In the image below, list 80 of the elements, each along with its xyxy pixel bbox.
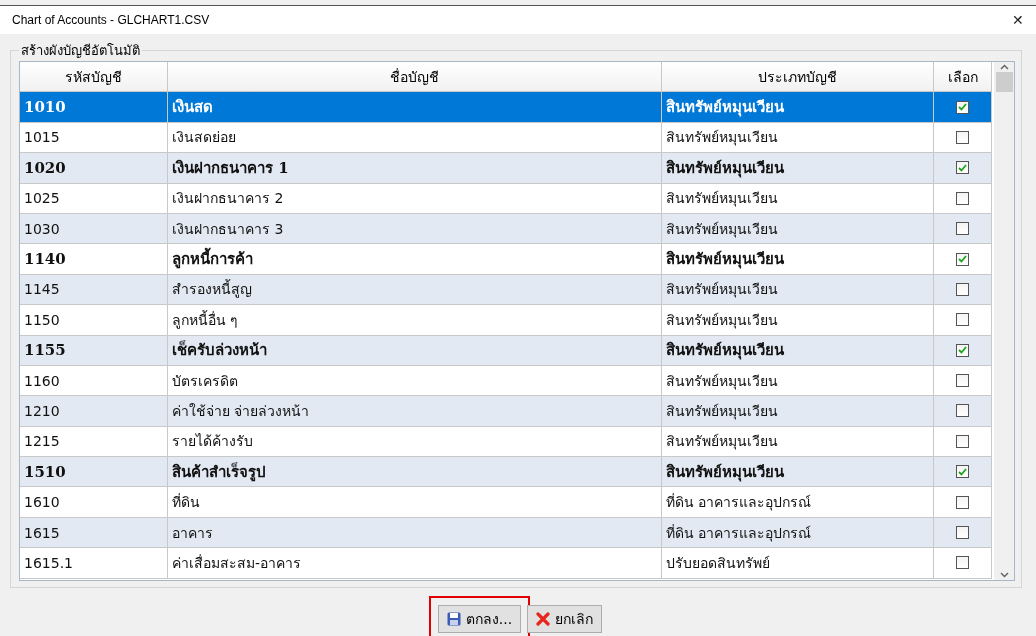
table-cell: สินทรัพย์หมุนเวียน [662, 274, 934, 306]
checkbox[interactable] [956, 161, 969, 175]
table-cell: สินทรัพย์หมุนเวียน [662, 153, 934, 184]
table-cell: บัตรเครดิต [168, 365, 662, 397]
check-icon [958, 103, 967, 112]
table-cell: สินทรัพย์หมุนเวียน [662, 244, 934, 275]
table-cell: สินทรัพย์หมุนเวียน [662, 396, 934, 427]
checkbox[interactable] [956, 343, 969, 357]
table-cell: 1615.1 [20, 548, 168, 579]
table-cell: 1015 [20, 122, 168, 154]
table-cell: สินทรัพย์หมุนเวียน [662, 183, 934, 214]
table-cell: 1020 [20, 153, 168, 184]
checkbox[interactable] [956, 465, 969, 479]
checkbox[interactable] [956, 434, 969, 448]
table-cell: ค่าเสื่อมสะสม-อาคาร [168, 548, 662, 579]
scrollbar[interactable] [994, 62, 1014, 580]
checkbox[interactable] [956, 313, 969, 327]
checkbox[interactable] [956, 191, 969, 205]
table-cell: เงินสดย่อย [168, 122, 662, 154]
checkbox[interactable] [956, 526, 969, 540]
table-cell: ค่าใช้จ่าย จ่ายล่วงหน้า [168, 396, 662, 427]
column-header[interactable]: เลือก [934, 62, 992, 93]
table-cell: 1150 [20, 305, 168, 336]
check-icon [958, 163, 967, 172]
table-cell: ปรับยอดสินทรัพย์ [662, 548, 934, 579]
group-title: สร้างผังบัญชีอัตโนมัติ [20, 42, 141, 60]
check-icon [958, 346, 967, 355]
table-cell: เงินฝากธนาคาร 3 [168, 213, 662, 245]
table-cell: 1615 [20, 517, 168, 549]
table-cell: สินทรัพย์หมุนเวียน [662, 426, 934, 458]
table-cell: สินค้าสำเร็จรูป [168, 457, 662, 488]
table-cell: เช็ครับล่วงหน้า [168, 335, 662, 366]
table-cell: ลูกหนี้อื่น ๆ [168, 305, 662, 336]
table-cell: ที่ดิน อาคารและอุปกรณ์ [662, 487, 934, 518]
table-cell: ที่ดิน อาคารและอุปกรณ์ [662, 517, 934, 549]
column-header[interactable]: ประเภทบัญชี [662, 62, 934, 93]
close-icon [536, 612, 551, 626]
table-cell: 1215 [20, 426, 168, 458]
table-cell: ลูกหนี้การค้า [168, 244, 662, 275]
table-cell: สำรองหนี้สูญ [168, 274, 662, 306]
table-cell: 1510 [20, 457, 168, 488]
table-cell: สินทรัพย์หมุนเวียน [662, 305, 934, 336]
close-button[interactable]: ✕ [1010, 12, 1026, 28]
checkbox[interactable] [956, 282, 969, 296]
checkbox[interactable] [956, 404, 969, 418]
cancel-button[interactable]: ยกเลิก [527, 605, 603, 633]
checkbox[interactable] [956, 495, 969, 509]
check-icon [958, 467, 967, 476]
table-cell: สินทรัพย์หมุนเวียน [662, 365, 934, 397]
table-cell: 1025 [20, 183, 168, 214]
table-cell: 1140 [20, 244, 168, 275]
table-cell: เงินสด [168, 92, 662, 123]
check-icon [958, 255, 967, 264]
table-cell: เงินฝากธนาคาร 1 [168, 153, 662, 184]
checkbox[interactable] [956, 130, 969, 144]
checkbox[interactable] [956, 100, 969, 114]
window-title: Chart of Accounts - GLCHART1.CSV [12, 13, 210, 27]
column-header[interactable]: รหัสบัญชี [20, 62, 168, 93]
scroll-thumb[interactable] [995, 72, 1013, 92]
table-cell: สินทรัพย์หมุนเวียน [662, 92, 934, 123]
table-cell: สินทรัพย์หมุนเวียน [662, 457, 934, 488]
checkbox[interactable] [956, 222, 969, 236]
table-cell: รายได้ค้างรับ [168, 426, 662, 458]
table-cell: 1145 [20, 274, 168, 306]
checkbox[interactable] [956, 374, 969, 388]
table-cell: 1160 [20, 365, 168, 397]
table-cell: 1610 [20, 487, 168, 518]
checkbox[interactable] [956, 556, 969, 570]
column-header[interactable]: ชื่อบัญชี [168, 62, 662, 93]
table-cell: สินทรัพย์หมุนเวียน [662, 213, 934, 245]
table-cell: 1030 [20, 213, 168, 245]
checkbox[interactable] [956, 252, 969, 266]
table-cell: สินทรัพย์หมุนเวียน [662, 335, 934, 366]
table-cell: สินทรัพย์หมุนเวียน [662, 122, 934, 154]
table-cell: อาคาร [168, 517, 662, 549]
table-cell: เงินฝากธนาคาร 2 [168, 183, 662, 214]
table-cell: 1210 [20, 396, 168, 427]
table-cell: ที่ดิน [168, 487, 662, 518]
table-cell: 1155 [20, 335, 168, 366]
table-cell: 1010 [20, 92, 168, 123]
